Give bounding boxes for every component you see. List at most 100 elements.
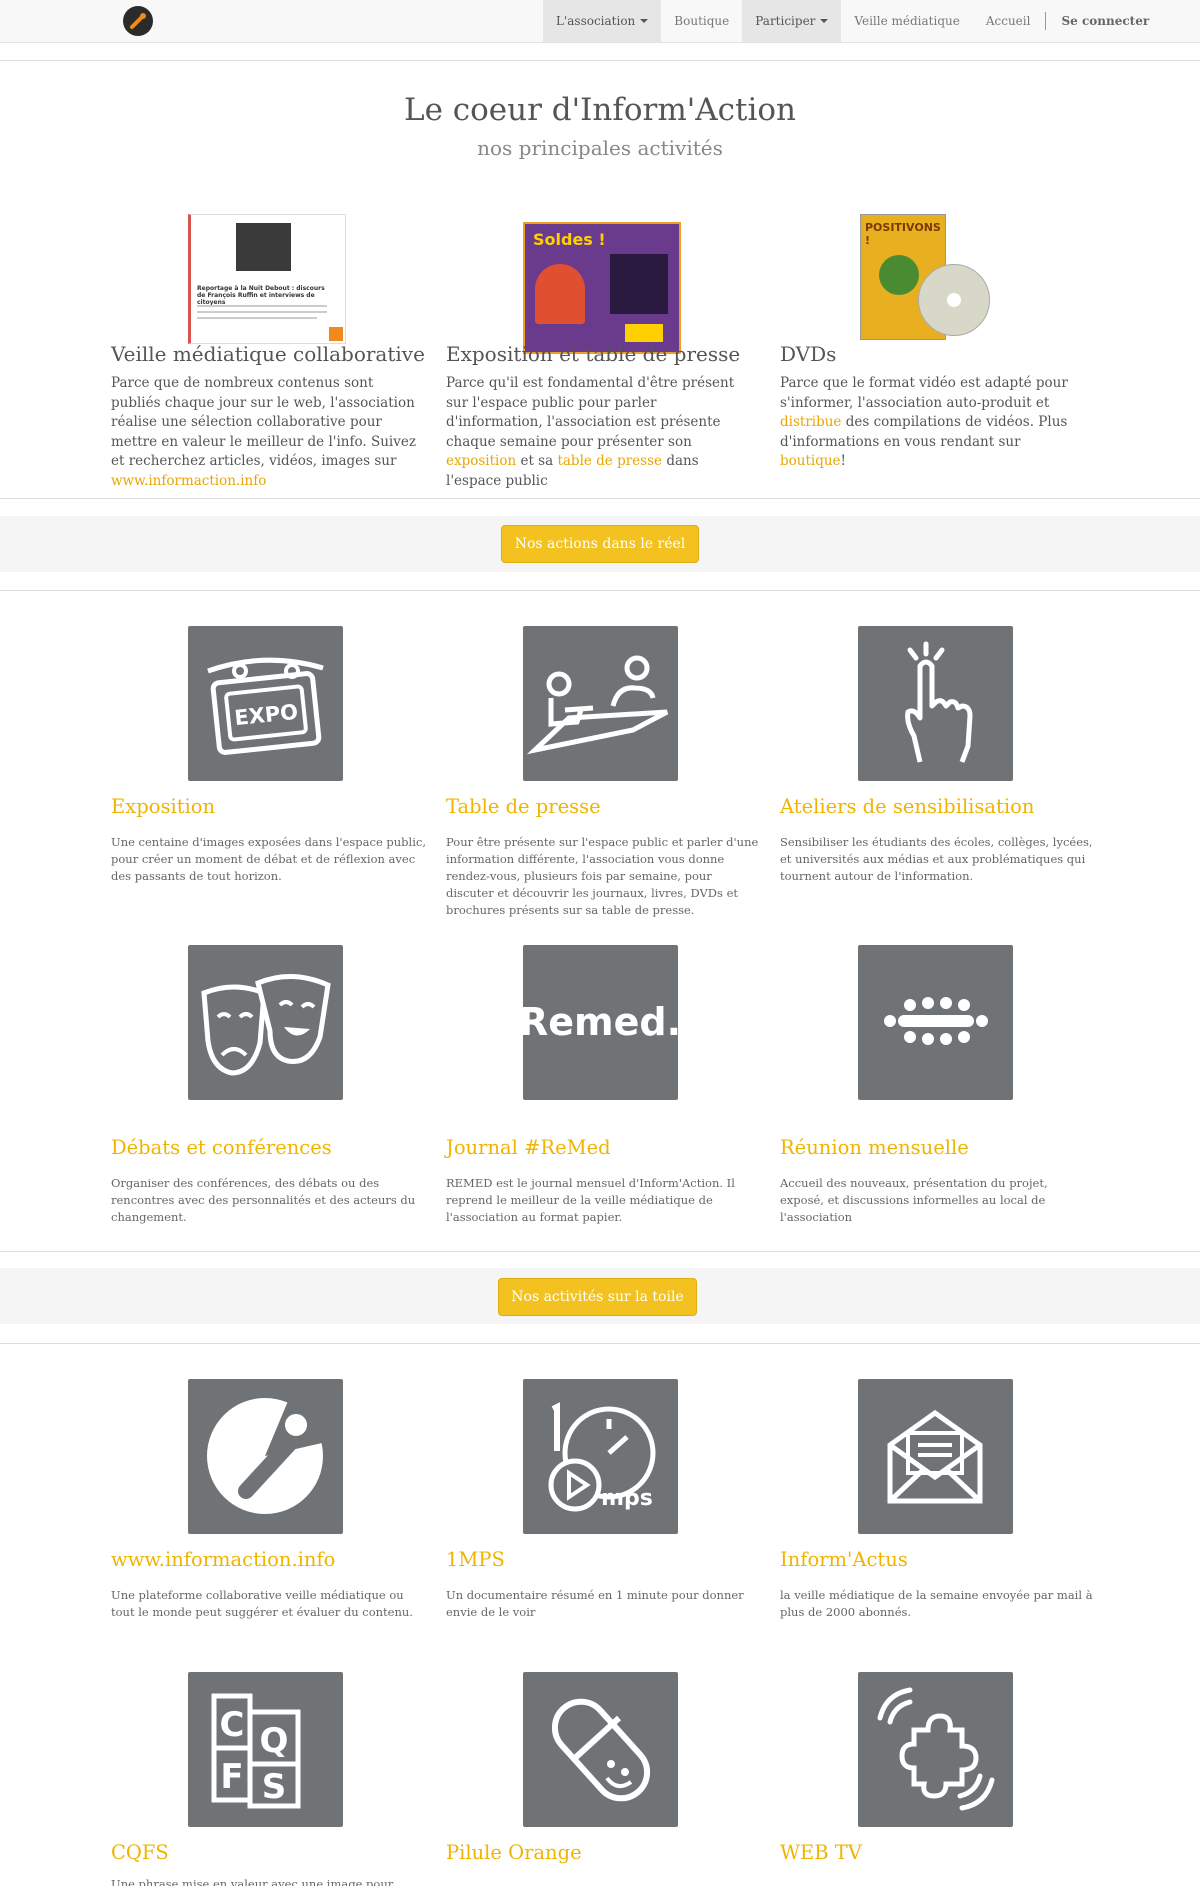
meeting-table-icon[interactable] [858, 945, 1013, 1100]
site-logo[interactable] [122, 5, 154, 37]
image-caption: Reportage à la Nuit Debout : discours de… [197, 285, 325, 306]
svg-text:S: S [262, 1767, 287, 1807]
feature-title: Veille médiatique collaborative [111, 342, 425, 366]
card-text: Pour être présente sur l'espace public e… [446, 835, 759, 917]
video-thumbnail [236, 223, 291, 271]
nav-item-accueil[interactable]: Accueil [973, 0, 1044, 42]
corner-badge-icon [329, 327, 343, 341]
expo-icon-text: EXPO [233, 700, 299, 731]
feature-title: Exposition et table de presse [446, 342, 741, 366]
text: Parce qu'il est fondamental d'être prése… [446, 375, 735, 450]
table-de-presse-link[interactable]: table de presse [557, 453, 662, 469]
svg-text:Q: Q [260, 1721, 289, 1761]
soldes-poster-image[interactable]: Soldes ! [523, 222, 681, 354]
nav-label: Participer [755, 14, 816, 28]
text-line [197, 311, 327, 313]
text: Parce que le format vidéo est adapté pou… [780, 375, 1068, 411]
text: et sa [516, 453, 558, 469]
caret-down-icon [820, 19, 829, 23]
text: ! [840, 453, 846, 469]
card-title[interactable]: WEB TV [780, 1841, 862, 1864]
dvd-title: POSITIVONS ! [865, 221, 941, 247]
card-text: Un documentaire résumé en 1 minute pour … [446, 1588, 744, 1619]
envelope-icon[interactable] [858, 1379, 1013, 1534]
card-title[interactable]: Journal #ReMed [446, 1136, 611, 1159]
nav-item-association[interactable]: L'association [543, 0, 662, 42]
feature-title: DVDs [780, 342, 837, 366]
clock-play-icon[interactable]: mps [523, 1379, 678, 1534]
price-badge [625, 324, 663, 342]
theater-masks-icon[interactable] [188, 945, 343, 1100]
feature-text: Parce que le format vidéo est adapté pou… [780, 374, 1090, 472]
card-text: Organiser des conférences, des débats ou… [111, 1176, 416, 1224]
microphone-icon[interactable] [188, 1379, 343, 1534]
pointing-hand-icon[interactable] [858, 626, 1013, 781]
nav-label: Accueil [985, 14, 1031, 28]
remed-icon-text: Remed. [523, 1000, 678, 1044]
login-label: Se connecter [1061, 14, 1150, 28]
divider [0, 1343, 1200, 1344]
card-title[interactable]: CQFS [111, 1841, 169, 1864]
web-actions-button[interactable]: Nos activités sur la toile [498, 1278, 697, 1316]
page-title: Le coeur d'Inform'Action [404, 92, 796, 128]
cqfs-letters-icon[interactable]: C Q F S [188, 1672, 343, 1827]
figure-shape [535, 264, 585, 324]
veille-screenshot-image[interactable]: Reportage à la Nuit Debout : discours de… [188, 214, 346, 344]
pill-icon[interactable] [523, 1672, 678, 1827]
divider [0, 498, 1200, 499]
nav-label: Veille médiatique [854, 14, 960, 28]
globe-shape [879, 255, 919, 295]
text: Parce que de nombreux contenus sont publ… [111, 375, 416, 469]
login-link[interactable]: Se connecter [1048, 0, 1162, 42]
card-title[interactable]: Exposition [111, 795, 215, 818]
text-line [197, 305, 327, 307]
card-text: Sensibiliser les étudiants des écoles, c… [780, 835, 1093, 883]
text-line [197, 317, 317, 319]
exposition-link[interactable]: exposition [446, 453, 516, 469]
card-text: Une plateforme collaborative veille médi… [111, 1588, 413, 1619]
nav-label: Boutique [674, 14, 730, 28]
svg-text:F: F [220, 1757, 243, 1797]
real-actions-button[interactable]: Nos actions dans le réel [501, 525, 699, 563]
expo-icon[interactable]: EXPO [188, 626, 343, 781]
card-text: Une phrase mise en valeur avec une image… [111, 1877, 394, 1886]
puzzle-broadcast-icon[interactable] [858, 1672, 1013, 1827]
caret-down-icon [640, 19, 649, 23]
disc-hole [947, 293, 961, 307]
dvd-image[interactable]: POSITIVONS ! [858, 214, 1012, 342]
divider [0, 590, 1200, 591]
card-text: REMED est le journal mensuel d'Inform'Ac… [446, 1176, 735, 1224]
card-title[interactable]: 1MPS [446, 1548, 505, 1571]
card-title[interactable]: Table de presse [446, 795, 601, 818]
divider [0, 60, 1200, 61]
top-navbar: L'association Boutique Participer Veille… [0, 0, 1200, 43]
card-title[interactable]: Débats et conférences [111, 1136, 332, 1159]
informaction-link[interactable]: www.informaction.info [111, 473, 266, 489]
poster-title: Soldes ! [533, 230, 606, 249]
page-subtitle: nos principales activités [477, 136, 723, 160]
svg-text:C: C [220, 1705, 245, 1745]
card-title[interactable]: www.informaction.info [111, 1548, 335, 1571]
boutique-link[interactable]: boutique [780, 453, 841, 469]
main-nav: L'association Boutique Participer Veille… [543, 0, 1162, 42]
divider [0, 1251, 1200, 1252]
card-text: Accueil des nouveaux, présentation du pr… [780, 1176, 1048, 1224]
feature-text: Parce qu'il est fondamental d'être prése… [446, 374, 756, 491]
press-table-icon[interactable] [523, 626, 678, 781]
card-text: Une centaine d'images exposées dans l'es… [111, 835, 426, 883]
nav-label: L'association [556, 14, 636, 28]
nav-item-veille[interactable]: Veille médiatique [841, 0, 972, 42]
card-title[interactable]: Inform'Actus [780, 1548, 908, 1571]
nav-item-boutique[interactable]: Boutique [661, 0, 742, 42]
card-title[interactable]: Pilule Orange [446, 1841, 582, 1864]
feature-text: Parce que de nombreux contenus sont publ… [111, 374, 421, 491]
mps-icon-text: mps [601, 1486, 653, 1511]
remed-logo-icon[interactable]: Remed. [523, 945, 678, 1100]
dvd-disc [918, 264, 990, 336]
price-list [610, 254, 668, 314]
card-title[interactable]: Réunion mensuelle [780, 1136, 969, 1159]
card-title[interactable]: Ateliers de sensibilisation [780, 795, 1034, 818]
nav-divider [1045, 12, 1047, 30]
nav-item-participer[interactable]: Participer [742, 0, 842, 42]
distribue-link[interactable]: distribue [780, 414, 841, 430]
